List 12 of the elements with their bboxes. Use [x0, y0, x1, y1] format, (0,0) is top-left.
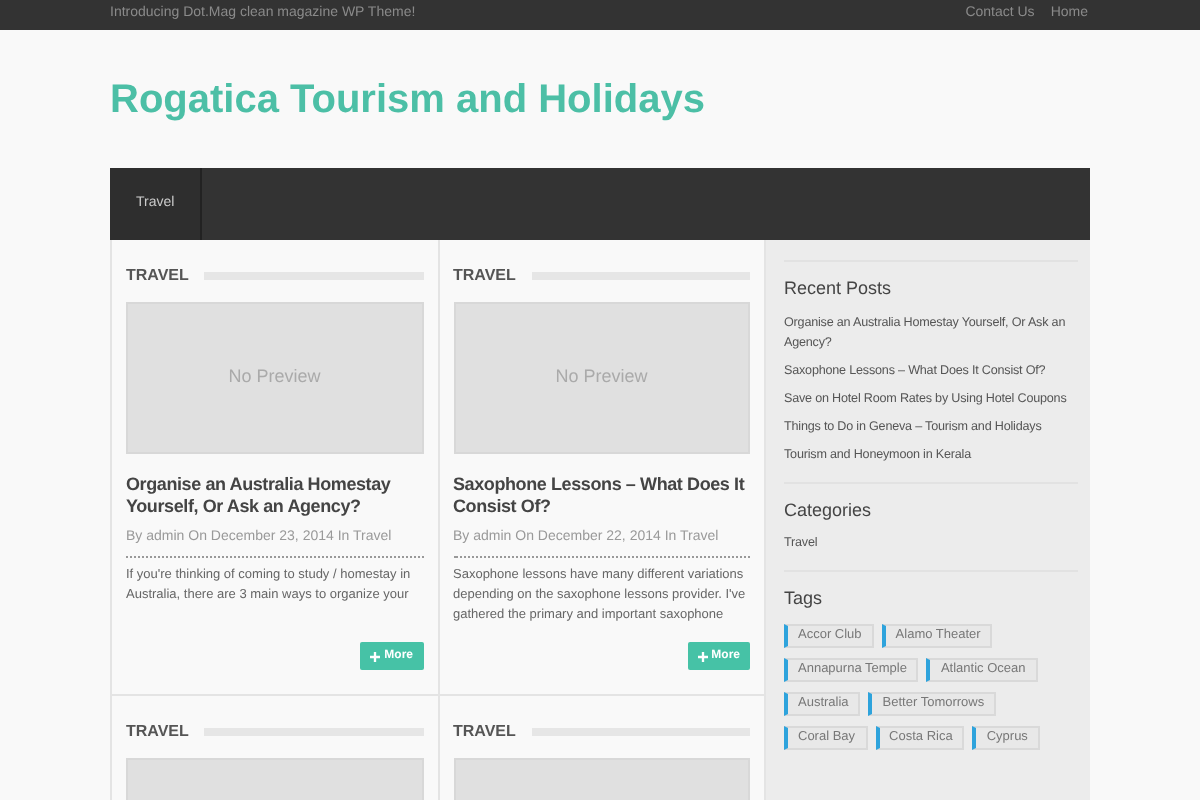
plus-icon: [697, 651, 708, 661]
site-title[interactable]: Rogatica Tourism and Holidays: [110, 76, 1200, 124]
category-label[interactable]: TRAVEL: [126, 720, 189, 744]
plus-icon: [370, 651, 381, 661]
widget-title: Categories: [784, 497, 874, 524]
category-label[interactable]: TRAVEL: [453, 264, 516, 288]
widget-title: Recent Posts: [784, 276, 894, 302]
category-label[interactable]: TRAVEL: [126, 264, 189, 288]
post-title[interactable]: Saxophone Lessons – What Does It Consist Of?: [453, 474, 750, 518]
category-label[interactable]: TRAVEL: [453, 720, 516, 744]
post-title[interactable]: Organise an Australia Homestay Yourself, Or Ask an Agency?: [126, 474, 423, 518]
widget-title: Tags: [784, 586, 825, 612]
